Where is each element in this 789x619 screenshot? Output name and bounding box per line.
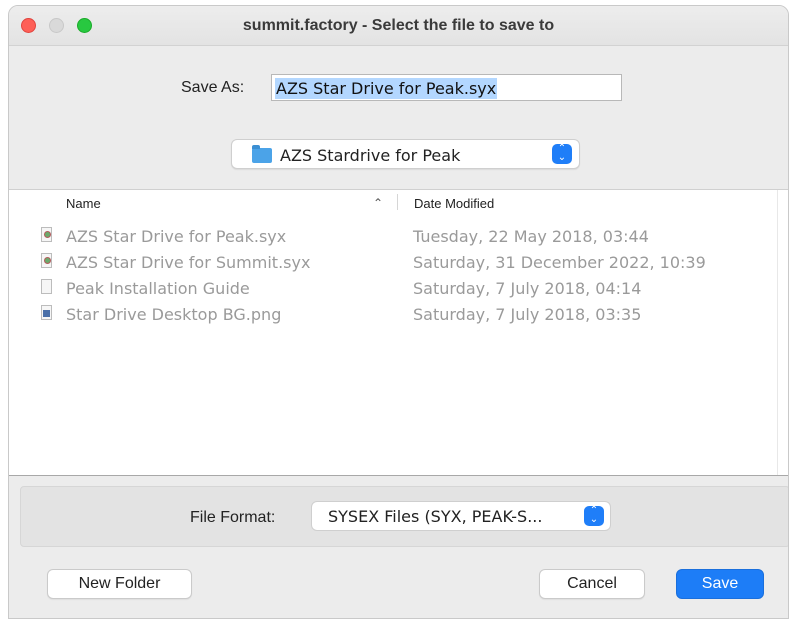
- file-format-value: SYSEX Files (SYX, PEAK-S...: [328, 507, 543, 526]
- file-date-modified: Saturday, 31 December 2022, 10:39: [413, 253, 706, 272]
- save-button[interactable]: Save: [676, 569, 764, 599]
- save-as-label: Save As:: [181, 79, 245, 96]
- save-dialog: summit.factory - Select the file to save…: [8, 5, 789, 619]
- image-file-icon: [41, 305, 52, 320]
- file-list-header: Name ⌃ Date Modified: [9, 190, 788, 214]
- file-row[interactable]: Peak Installation Guide Saturday, 7 July…: [9, 276, 788, 302]
- window-title: summit.factory - Select the file to save…: [242, 17, 555, 34]
- title-bar: summit.factory - Select the file to save…: [9, 6, 788, 46]
- popup-stepper-icon: ⌃ ⌄: [552, 144, 572, 164]
- file-row[interactable]: AZS Star Drive for Peak.syx Tuesday, 22 …: [9, 224, 788, 250]
- save-as-value: AZS Star Drive for Peak.syx: [275, 78, 498, 99]
- file-name: AZS Star Drive for Summit.syx: [66, 253, 311, 272]
- file-list[interactable]: Name ⌃ Date Modified AZS Star Drive for …: [9, 189, 788, 476]
- location-folder-name: AZS Stardrive for Peak: [280, 146, 461, 165]
- cancel-button[interactable]: Cancel: [539, 569, 645, 599]
- save-as-input[interactable]: AZS Star Drive for Peak.syx: [271, 74, 622, 101]
- file-format-label: File Format:: [190, 509, 276, 526]
- syx-file-icon: [41, 253, 52, 268]
- file-format-popup[interactable]: SYSEX Files (SYX, PEAK-S... ⌃ ⌄: [311, 501, 611, 531]
- file-name: AZS Star Drive for Peak.syx: [66, 227, 287, 246]
- file-row[interactable]: AZS Star Drive for Summit.syx Saturday, …: [9, 250, 788, 276]
- location-popup[interactable]: AZS Stardrive for Peak ⌃ ⌄: [231, 139, 580, 169]
- file-date-modified: Saturday, 7 July 2018, 04:14: [413, 279, 642, 298]
- new-folder-button[interactable]: New Folder: [47, 569, 192, 599]
- file-date-modified: Saturday, 7 July 2018, 03:35: [413, 305, 642, 324]
- document-icon: [41, 279, 52, 294]
- column-header-name[interactable]: Name: [66, 196, 101, 211]
- sort-ascending-icon[interactable]: ⌃: [373, 196, 383, 210]
- file-date-modified: Tuesday, 22 May 2018, 03:44: [413, 227, 649, 246]
- column-header-date-modified[interactable]: Date Modified: [414, 196, 494, 211]
- column-divider: [397, 194, 398, 210]
- syx-file-icon: [41, 227, 52, 242]
- file-name: Star Drive Desktop BG.png: [66, 305, 282, 324]
- folder-icon: [252, 145, 272, 163]
- popup-stepper-icon: ⌃ ⌄: [584, 506, 604, 526]
- file-row[interactable]: Star Drive Desktop BG.png Saturday, 7 Ju…: [9, 302, 788, 328]
- file-format-panel: File Format: SYSEX Files (SYX, PEAK-S...…: [20, 486, 788, 547]
- file-name: Peak Installation Guide: [66, 279, 250, 298]
